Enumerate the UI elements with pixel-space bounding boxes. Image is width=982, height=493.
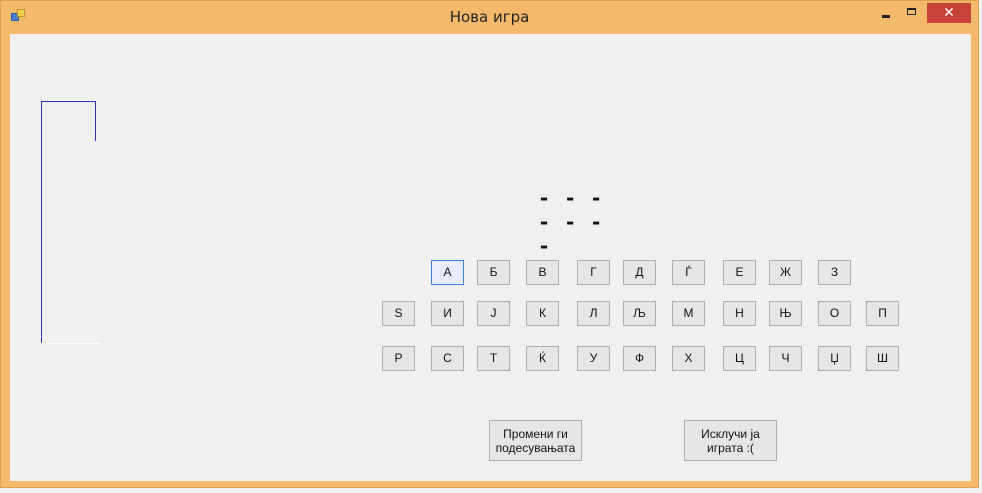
letter-button[interactable]: Р bbox=[382, 346, 415, 371]
letter-button[interactable]: Љ bbox=[623, 301, 656, 326]
letter-button[interactable]: В bbox=[526, 260, 559, 285]
change-settings-button[interactable]: Промени ги подесувањата bbox=[489, 420, 582, 461]
gallows-drawing bbox=[41, 101, 100, 344]
letter-button[interactable]: Н bbox=[723, 301, 756, 326]
letter-button[interactable]: Ф bbox=[623, 346, 656, 371]
letter-button[interactable]: Ќ bbox=[526, 346, 559, 371]
maximize-icon bbox=[907, 8, 916, 15]
letter-button[interactable]: О bbox=[818, 301, 851, 326]
letter-button[interactable]: З bbox=[818, 260, 851, 285]
quit-game-button[interactable]: Исклучи ја играта :( bbox=[684, 420, 777, 461]
game-area: - - - - - - - АБВГДЃЕЖЗ ЅИЈКЛЉМНЊОП РСТЌУФ… bbox=[10, 34, 971, 481]
close-button[interactable]: ✕ bbox=[927, 3, 971, 23]
letter-button[interactable]: П bbox=[866, 301, 899, 326]
letter-button[interactable]: Д bbox=[623, 260, 656, 285]
window-title: Нова игра bbox=[449, 8, 530, 26]
letter-button[interactable]: У bbox=[577, 346, 610, 371]
letter-button[interactable]: Б bbox=[477, 260, 510, 285]
letter-button[interactable]: Т bbox=[477, 346, 510, 371]
minimize-button[interactable] bbox=[873, 3, 899, 23]
letter-button[interactable]: Ѓ bbox=[672, 260, 705, 285]
game-window: Нова игра ✕ - - - - - - - АБВГДЃЕЖЗ ЅИЈКЛ… bbox=[0, 0, 979, 488]
letter-button[interactable]: С bbox=[431, 346, 464, 371]
letter-button[interactable]: Х bbox=[672, 346, 705, 371]
letter-button[interactable]: Е bbox=[723, 260, 756, 285]
letter-button[interactable]: Г bbox=[577, 260, 610, 285]
minimize-icon bbox=[882, 15, 890, 18]
letter-button[interactable]: Л bbox=[577, 301, 610, 326]
title-bar[interactable]: Нова игра ✕ bbox=[1, 1, 978, 33]
letter-button[interactable]: Ч bbox=[769, 346, 802, 371]
letter-button[interactable]: Ј bbox=[477, 301, 510, 326]
letter-button[interactable]: Ш bbox=[866, 346, 899, 371]
letter-button[interactable]: Ц bbox=[723, 346, 756, 371]
hidden-word: - - - - - - - bbox=[538, 186, 604, 258]
desktop-edge-bottom bbox=[0, 488, 982, 493]
letter-button[interactable]: Ѕ bbox=[382, 301, 415, 326]
letter-button[interactable]: К bbox=[526, 301, 559, 326]
letter-button[interactable]: Њ bbox=[769, 301, 802, 326]
letter-button[interactable]: И bbox=[431, 301, 464, 326]
letter-button[interactable]: Ж bbox=[769, 260, 802, 285]
maximize-button[interactable] bbox=[899, 3, 925, 23]
letter-button[interactable]: Џ bbox=[818, 346, 851, 371]
close-icon: ✕ bbox=[943, 5, 955, 21]
letter-button[interactable]: А bbox=[431, 260, 464, 285]
letter-button[interactable]: М bbox=[672, 301, 705, 326]
